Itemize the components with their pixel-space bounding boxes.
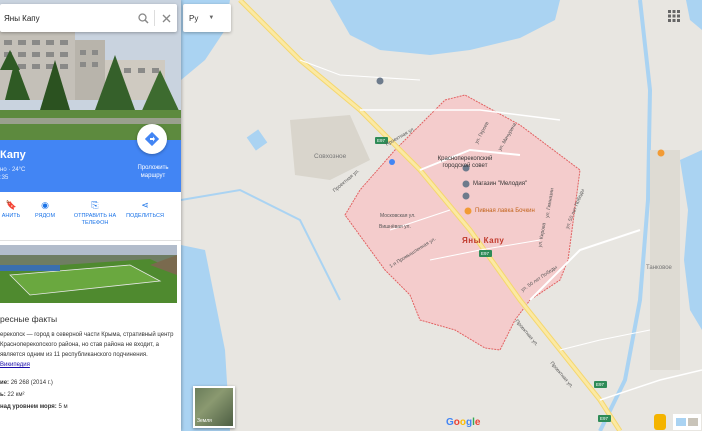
city-label: Яны Капу [462, 236, 505, 245]
wikipedia-link[interactable]: Википедия [0, 362, 30, 368]
facts-text: ерекопск — город в северной части Крыма,… [0, 330, 178, 370]
chevron-down-icon: ▼ [208, 15, 215, 21]
nearby-label: РЯДОМ [34, 213, 56, 219]
route-badge: E97 [596, 382, 605, 387]
divider [0, 240, 181, 241]
fact-area: ь: 22 км² [0, 392, 24, 398]
fact-elevation: над уровнем моря: 5 м [0, 404, 68, 410]
phone-icon: ⎘ [91, 200, 99, 210]
search-box[interactable]: Яны Капу [0, 4, 177, 32]
language-select[interactable]: Ру ▼ [183, 4, 231, 32]
close-icon[interactable] [155, 7, 177, 29]
stadium-image [0, 245, 177, 303]
share-action[interactable]: ⋖ ПОДЕЛИТЬСЯ [120, 200, 170, 220]
poi-beer[interactable]: Пивная лавка Бочкин [475, 208, 535, 215]
route-badge: E97 [481, 251, 490, 256]
place-title: Капу [0, 149, 26, 161]
fact-value: 5 м [58, 404, 68, 410]
street-label: Вишнёвая ул. [379, 224, 411, 230]
poi-council[interactable]: Красноперекопский городской совет [424, 156, 506, 170]
share-label: ПОДЕЛИТЬСЯ [126, 213, 164, 219]
directions-icon [145, 132, 159, 146]
directions-label[interactable]: Проложить маршрут [128, 164, 178, 180]
place-time: :35 [0, 175, 9, 181]
place-header: Капу но · 24°C :35 Проложить маршрут [0, 124, 181, 192]
nearby-action[interactable]: ◉ РЯДОМ [30, 200, 60, 220]
street-view-pegman-icon[interactable] [654, 414, 666, 430]
fact-key: ие: [0, 380, 10, 386]
district-label-tankovoe: Танковое [646, 265, 672, 271]
facts-body: ерекопск — город в северной части Крыма,… [0, 332, 174, 358]
fact-value: 22 км² [7, 392, 25, 398]
language-select-value: Ру [189, 13, 199, 23]
send-to-phone-label: ОТПРАВИТЬ НА ТЕЛЕФОН [73, 213, 117, 226]
place-panel: Капу но · 24°C :35 Проложить маршрут 🔖 А… [0, 0, 181, 431]
send-to-phone-action[interactable]: ⎘ ОТПРАВИТЬ НА ТЕЛЕФОН [70, 200, 120, 227]
directions-button[interactable] [137, 124, 167, 154]
fact-key: над уровнем моря: [0, 404, 57, 410]
route-badge: E97 [600, 416, 609, 421]
fact-key: ь: [0, 392, 6, 398]
place-photo-stadium[interactable] [0, 245, 177, 303]
place-actions: 🔖 АНИТЬ ◉ РЯДОМ ⎘ ОТПРАВИТЬ НА ТЕЛЕФОН ⋖… [0, 196, 181, 238]
fact-population: ие: 26 268 (2014 г.) [0, 380, 53, 386]
poi-shop[interactable]: Магазин "Мелодия" [473, 181, 527, 188]
nearby-icon: ◉ [41, 200, 49, 210]
route-badge: E97 [377, 138, 386, 143]
share-icon: ⋖ [141, 200, 149, 210]
facts-title: ресные факты [0, 314, 58, 324]
satellite-toggle[interactable]: Земля [193, 386, 235, 428]
district-label-sovkhoznoe: Совхозное [314, 153, 347, 160]
save-action[interactable]: 🔖 АНИТЬ [0, 200, 22, 220]
satellite-label: Земля [197, 418, 212, 424]
bookmark-icon: 🔖 [5, 200, 17, 210]
shop-marker [462, 180, 470, 188]
search-icon[interactable] [132, 7, 154, 29]
place-weather: но · 24°C [0, 167, 26, 173]
beer-marker [464, 207, 472, 215]
street-label: Московская ул. [380, 213, 416, 219]
fact-value: 26 268 (2014 г.) [10, 380, 53, 386]
save-label: АНИТЬ [1, 213, 21, 219]
apps-grid-icon[interactable] [668, 10, 682, 24]
search-input[interactable]: Яны Капу [4, 14, 132, 23]
google-logo: Google [446, 417, 481, 428]
map-footer-controls[interactable] [673, 414, 701, 430]
